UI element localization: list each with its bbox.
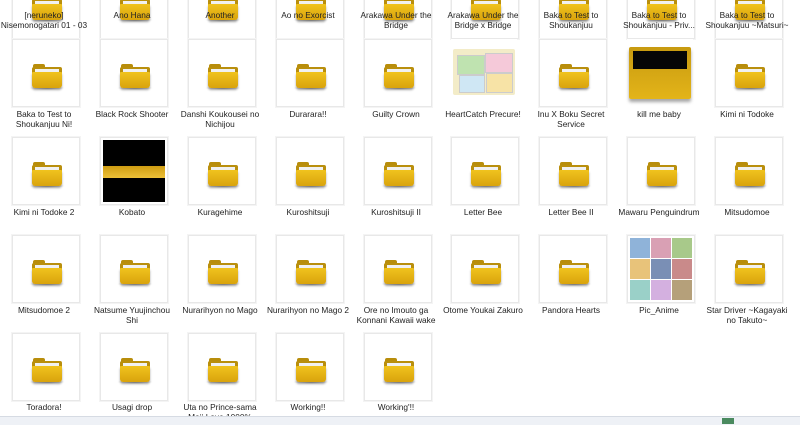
folder-item[interactable]: Otome Youkai Zakuro [439, 0, 527, 315]
folder-label: Kuragehime [197, 207, 243, 217]
folder-icon [468, 260, 504, 286]
folder-item[interactable]: Toradora! [0, 0, 88, 412]
folder-icon [293, 260, 329, 286]
item-thumbnail[interactable] [100, 333, 168, 401]
folder-icon [381, 260, 417, 286]
item-thumbnail[interactable] [627, 235, 695, 303]
folder-label: kill me baby [637, 109, 681, 119]
folder-label: Ore no Imouto ga Konnani Kawaii wake ... [356, 305, 436, 335]
item-thumbnail[interactable] [12, 137, 80, 205]
file-grid: [neruneko] Nisemonogatari 01 - 03 Ano Han… [0, 0, 800, 424]
folder-icon [205, 358, 241, 384]
folder-icon [29, 162, 65, 188]
folder-label: Working'!! [377, 402, 415, 412]
item-thumbnail[interactable] [100, 137, 168, 205]
item-thumbnail[interactable] [364, 137, 432, 205]
folder-label: Kimi ni Todoke 2 [13, 207, 75, 217]
item-thumbnail[interactable] [539, 137, 607, 205]
folder-label: Nurarihyon no Mago [182, 305, 258, 315]
folder-label: Letter Bee [463, 207, 503, 217]
folder-icon [556, 260, 592, 286]
folder-icon [732, 260, 768, 286]
item-thumbnail[interactable] [451, 235, 519, 303]
folder-label: Pandora Hearts [541, 305, 601, 315]
folder-label: Mitsudomoe 2 [17, 305, 71, 315]
folder-icon [644, 162, 680, 188]
folder-icon [205, 260, 241, 286]
folder-label: Pic_Anime [639, 305, 679, 315]
folder-icon [29, 358, 65, 384]
item-thumbnail[interactable] [188, 333, 256, 401]
image-thumbnail-icon [630, 238, 692, 300]
folder-label: Guilty Crown [372, 109, 420, 119]
folder-label: Otome Youkai Zakuro [443, 305, 523, 315]
folder-icon [468, 162, 504, 188]
folder-label: Kuroshitsuji II [371, 207, 421, 217]
folder-label: Star Driver ~Kagayaki no Takuto~ [706, 305, 788, 325]
item-thumbnail[interactable] [276, 333, 344, 401]
folder-icon [293, 358, 329, 384]
item-thumbnail[interactable] [715, 137, 783, 205]
image-thumbnail-icon [103, 140, 165, 202]
item-thumbnail[interactable] [364, 235, 432, 303]
folder-icon [556, 162, 592, 188]
item-thumbnail[interactable] [364, 333, 432, 401]
folder-item[interactable]: Pandora Hearts [527, 0, 615, 315]
folder-label: Usagi drop [111, 402, 153, 412]
folder-item[interactable]: Pic_Anime [615, 0, 703, 315]
item-thumbnail[interactable] [188, 137, 256, 205]
folder-label: HeartCatch Precure! [445, 109, 521, 119]
folder-item[interactable]: Working!! [264, 0, 352, 412]
folder-label: Mitsudomoe [724, 207, 770, 217]
folder-icon [29, 260, 65, 286]
item-thumbnail[interactable] [276, 235, 344, 303]
folder-label: Kuroshitsuji [286, 207, 330, 217]
folder-icon [117, 260, 153, 286]
folder-label: Inu X Boku Secret Service [537, 109, 605, 129]
folder-item[interactable]: Uta no Prince-sama Maji Love 1000% [176, 0, 264, 422]
folder-label: Black Rock Shooter [95, 109, 169, 119]
folder-label: Mawaru Penguindrum [618, 207, 700, 217]
folder-icon [732, 162, 768, 188]
status-bar-icon [722, 418, 734, 424]
item-thumbnail[interactable] [451, 137, 519, 205]
folder-icon [117, 358, 153, 384]
folder-icon [293, 162, 329, 188]
folder-label: Danshi Koukousei no Nichijou [180, 109, 260, 129]
folder-label: Toradora! [26, 402, 62, 412]
folder-label: Durarara!! [289, 109, 327, 119]
folder-icon [381, 358, 417, 384]
folder-label: Nurarihyon no Mago 2 [266, 305, 350, 315]
folder-icon [381, 162, 417, 188]
folder-label: Working!! [290, 402, 326, 412]
folder-item[interactable]: Star Driver ~Kagayaki no Takuto~ [703, 0, 791, 325]
item-thumbnail[interactable] [627, 137, 695, 205]
folder-icon [205, 162, 241, 188]
folder-label: Baka to Test to Shoukanjuu Ni! [15, 109, 73, 129]
folder-item[interactable]: Working'!! [352, 0, 440, 412]
folder-label: Kimi ni Todoke [720, 109, 774, 119]
item-thumbnail[interactable] [715, 235, 783, 303]
folder-label: Letter Bee II [548, 207, 594, 217]
folder-label: Natsume Yuujinchou Shi [94, 305, 170, 325]
item-thumbnail[interactable] [12, 235, 80, 303]
item-thumbnail[interactable] [12, 333, 80, 401]
folder-label: Kobato [118, 207, 146, 217]
item-thumbnail[interactable] [100, 235, 168, 303]
item-thumbnail[interactable] [188, 235, 256, 303]
item-thumbnail[interactable] [539, 235, 607, 303]
folder-item[interactable]: Usagi drop [88, 0, 176, 412]
item-thumbnail[interactable] [276, 137, 344, 205]
